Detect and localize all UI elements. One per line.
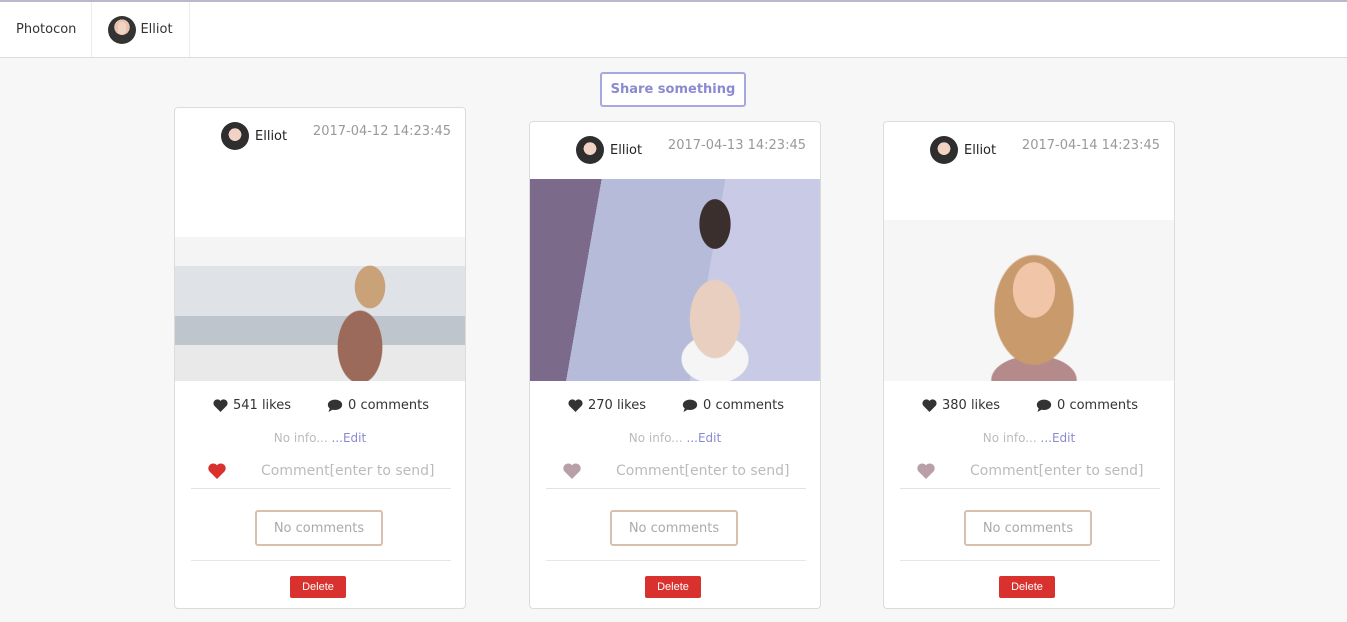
avatar	[221, 122, 249, 150]
post-author[interactable]: Elliot	[221, 122, 287, 150]
like-heart-icon[interactable]	[916, 462, 936, 479]
no-comments-label: No comments	[628, 520, 720, 536]
post-timestamp: 2017-04-14 14:23:45	[1021, 138, 1160, 153]
comments-label: 0 comments	[348, 398, 429, 413]
share-something-button[interactable]: Share something	[600, 72, 746, 107]
no-comments-button[interactable]: No comments	[610, 510, 738, 546]
post-timestamp: 2017-04-12 14:23:45	[312, 124, 451, 139]
edit-link[interactable]: ...Edit	[687, 431, 722, 445]
author-name: Elliot	[964, 142, 997, 158]
divider	[191, 560, 451, 561]
heart-icon	[213, 399, 228, 412]
comments-label: 0 comments	[1057, 398, 1138, 413]
likes-count[interactable]: 270 likes	[568, 398, 646, 413]
comment-icon	[1036, 399, 1052, 412]
like-heart-icon[interactable]	[562, 462, 582, 479]
post-card: Elliot 2017-04-12 14:23:45 541 likes 0 c…	[174, 107, 466, 609]
top-navbar: Photocon Elliot	[0, 0, 1347, 58]
like-heart-icon[interactable]	[207, 462, 227, 479]
user-name: Elliot	[140, 22, 173, 37]
likes-label: 541 likes	[233, 398, 292, 413]
post-timestamp: 2017-04-13 14:23:45	[667, 138, 806, 153]
brand-label: Photocon	[16, 22, 77, 37]
comment-input[interactable]	[261, 462, 451, 479]
post-header: Elliot 2017-04-14 14:23:45	[884, 122, 1174, 182]
likes-count[interactable]: 380 likes	[922, 398, 1000, 413]
author-name: Elliot	[610, 142, 643, 158]
delete-button[interactable]: Delete	[999, 576, 1055, 598]
post-info: No info... ...Edit	[884, 431, 1174, 445]
info-text: No info...	[628, 431, 683, 445]
avatar	[576, 136, 604, 164]
no-comments-button[interactable]: No comments	[255, 510, 383, 546]
comments-count[interactable]: 0 comments	[327, 398, 429, 413]
post-info: No info... ...Edit	[530, 431, 820, 445]
post-stats: 541 likes 0 comments	[175, 398, 465, 413]
comment-row	[546, 453, 806, 489]
post-card: Elliot 2017-04-13 14:23:45 270 likes 0 c…	[529, 121, 821, 609]
post-card: Elliot 2017-04-14 14:23:45 380 likes 0 c…	[883, 121, 1175, 609]
avatar	[108, 15, 137, 44]
heart-icon	[922, 399, 937, 412]
post-author[interactable]: Elliot	[930, 136, 996, 164]
post-photo[interactable]	[530, 179, 820, 381]
divider	[900, 560, 1160, 561]
post-author[interactable]: Elliot	[576, 136, 642, 164]
delete-button[interactable]: Delete	[290, 576, 346, 598]
comments-label: 0 comments	[703, 398, 784, 413]
avatar	[930, 136, 958, 164]
user-menu[interactable]: Elliot	[92, 2, 190, 57]
comment-row	[191, 453, 451, 489]
no-comments-label: No comments	[982, 520, 1074, 536]
delete-button[interactable]: Delete	[645, 576, 701, 598]
comment-row	[900, 453, 1160, 489]
heart-icon	[568, 399, 583, 412]
post-photo[interactable]	[175, 237, 465, 381]
post-stats: 270 likes 0 comments	[530, 398, 820, 413]
info-text: No info...	[273, 431, 328, 445]
edit-link[interactable]: ...Edit	[332, 431, 367, 445]
post-stats: 380 likes 0 comments	[884, 398, 1174, 413]
comments-count[interactable]: 0 comments	[1036, 398, 1138, 413]
edit-link[interactable]: ...Edit	[1041, 431, 1076, 445]
divider	[546, 560, 806, 561]
comment-input[interactable]	[970, 462, 1160, 479]
comment-input[interactable]	[616, 462, 806, 479]
likes-label: 270 likes	[588, 398, 647, 413]
comments-count[interactable]: 0 comments	[682, 398, 784, 413]
share-label: Share something	[610, 82, 736, 97]
likes-count[interactable]: 541 likes	[213, 398, 291, 413]
post-info: No info... ...Edit	[175, 431, 465, 445]
no-comments-label: No comments	[273, 520, 365, 536]
no-comments-button[interactable]: No comments	[964, 510, 1092, 546]
post-photo[interactable]	[884, 220, 1174, 381]
comment-icon	[682, 399, 698, 412]
info-text: No info...	[982, 431, 1037, 445]
post-header: Elliot 2017-04-13 14:23:45	[530, 122, 820, 182]
post-header: Elliot 2017-04-12 14:23:45	[175, 108, 465, 168]
comment-icon	[327, 399, 343, 412]
brand-link[interactable]: Photocon	[0, 2, 93, 57]
author-name: Elliot	[255, 128, 288, 144]
likes-label: 380 likes	[942, 398, 1001, 413]
